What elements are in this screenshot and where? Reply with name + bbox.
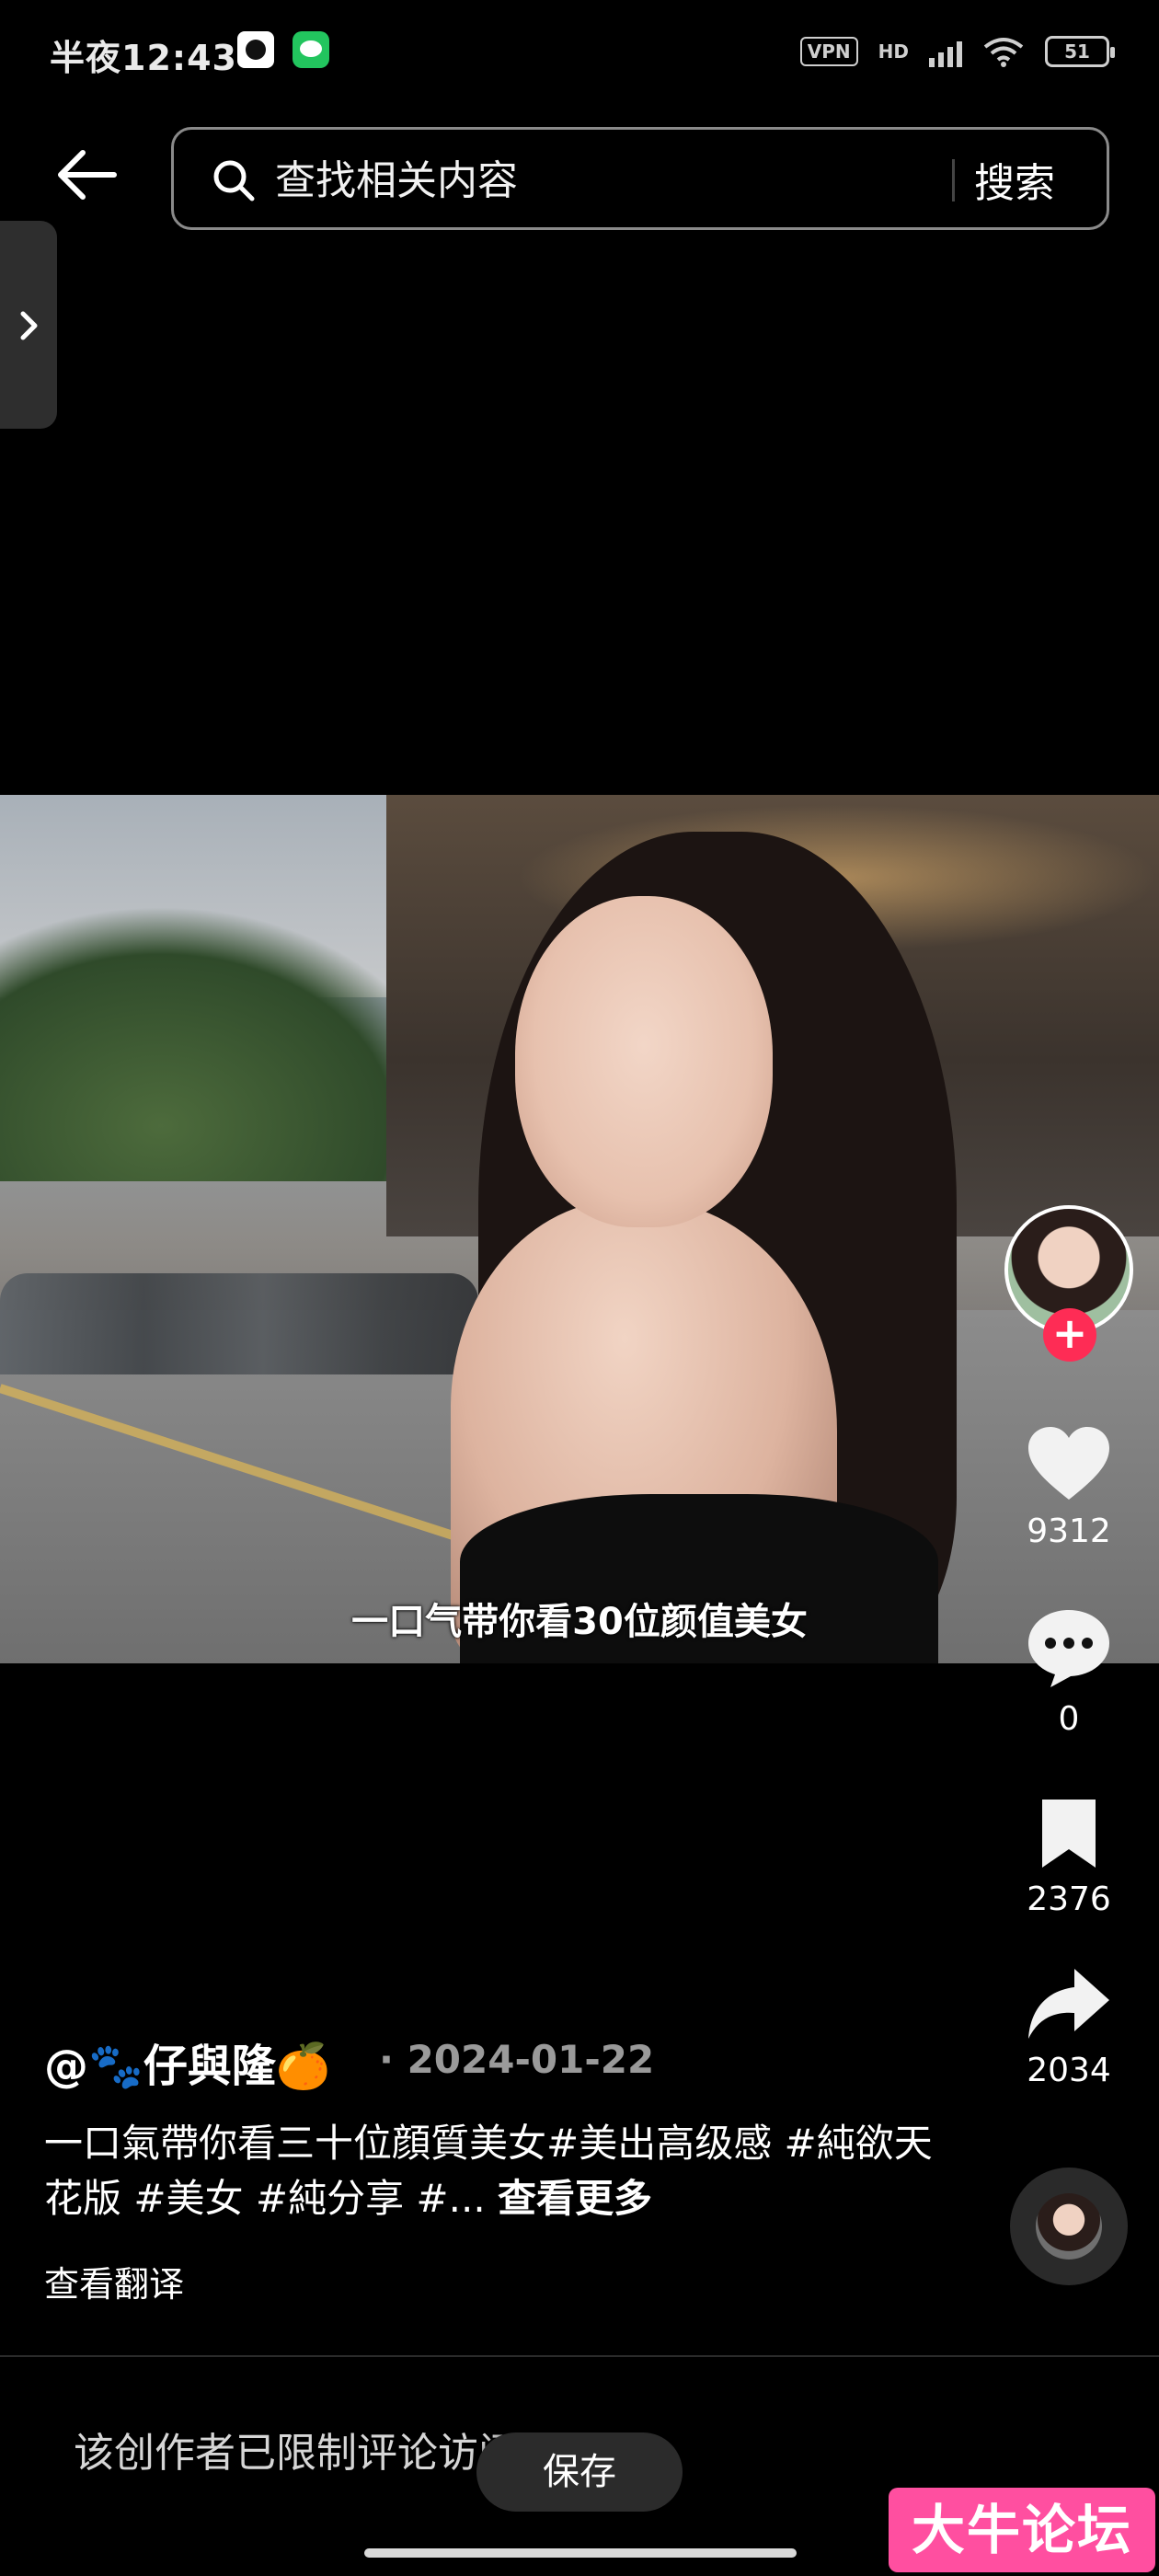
comment-icon	[1028, 1610, 1109, 1687]
translate-link[interactable]: 查看翻译	[44, 2256, 184, 2306]
follow-button[interactable]: +	[1043, 1308, 1096, 1362]
battery-icon: 51	[1045, 36, 1115, 67]
home-indicator[interactable]	[364, 2548, 797, 2558]
favorite-button[interactable]: 2376	[1004, 1796, 1133, 1918]
save-button[interactable]: 保存	[476, 2432, 683, 2512]
comments-restricted-notice: 该创作者已限制评论访问	[74, 2430, 519, 2477]
video-caption: 一口氣帶你看三十位顔質美女#美出高级感 #純欲天花版 #美女 #純分享 #...…	[44, 2116, 964, 2226]
favorite-count: 2376	[1027, 1880, 1111, 1918]
author-name[interactable]: @🐾仔與隆🍊	[44, 2030, 331, 2094]
wifi-icon	[982, 36, 1025, 67]
watermark-logo: 大牛论坛	[889, 2488, 1155, 2572]
chevron-right-icon	[20, 311, 38, 340]
comment-button[interactable]: 0	[1004, 1606, 1133, 1738]
search-bar: 搜索	[171, 127, 1109, 230]
music-disc[interactable]	[1010, 2168, 1128, 2285]
search-divider	[952, 159, 955, 201]
search-icon	[213, 160, 255, 201]
post-date: · 2024-01-22	[379, 2037, 655, 2082]
share-count: 2034	[1027, 2052, 1111, 2089]
back-arrow-icon	[58, 150, 117, 200]
search-button[interactable]: 搜索	[974, 150, 1055, 209]
status-time: 半夜12:43	[50, 38, 237, 78]
like-count: 9312	[1027, 1512, 1111, 1550]
cell-signal-icon	[929, 36, 962, 67]
vpn-badge: VPN	[799, 37, 858, 66]
divider	[0, 2355, 1159, 2357]
share-icon	[1028, 1969, 1109, 2039]
video-subject-face	[515, 896, 773, 1227]
comment-count: 0	[1058, 1700, 1080, 1738]
heart-icon	[1028, 1427, 1109, 1500]
back-button[interactable]	[55, 147, 129, 212]
search-input[interactable]	[273, 148, 792, 213]
video-player[interactable]: 一口气带你看30位颜值美女	[0, 795, 1159, 1663]
video-scenery-cars	[0, 1273, 478, 1374]
like-button[interactable]: 9312	[1004, 1424, 1133, 1550]
bookmark-icon	[1042, 1800, 1096, 1868]
notification-app-icon	[237, 31, 274, 68]
share-button[interactable]: 2034	[1004, 1965, 1133, 2089]
status-indicators: VPN HD 51	[799, 31, 1115, 72]
wechat-notification-icon	[293, 31, 329, 68]
side-drawer-toggle[interactable]	[0, 221, 57, 429]
caption-text: 一口氣帶你看三十位顔質美女#美出高级感 #純欲天花版 #美女 #純分享 #...	[44, 2121, 933, 2221]
network-type-label: HD	[878, 40, 909, 63]
video-subtitle: 一口气带你看30位颜值美女	[351, 1601, 808, 1643]
see-more-link[interactable]: 查看更多	[498, 2176, 652, 2221]
